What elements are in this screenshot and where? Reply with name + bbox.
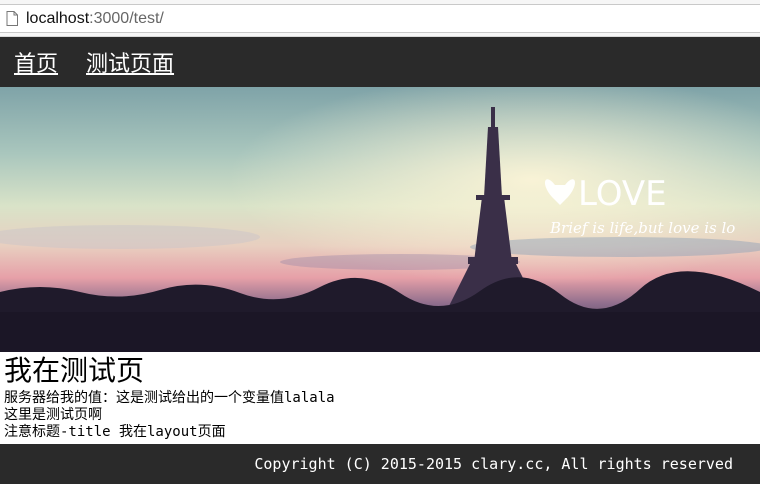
url-field[interactable]: localhost:3000/test/ <box>0 4 760 33</box>
browser-address-bar: localhost:3000/test/ <box>0 0 760 37</box>
nav-link-home[interactable]: 首页 <box>14 46 58 78</box>
footer: Copyright (C) 2015-2015 clary.cc, All ri… <box>0 444 760 484</box>
top-navbar: 首页 测试页面 <box>0 37 760 87</box>
title-note-text: 注意标题-title 我在layout页面 <box>4 424 226 440</box>
banner-tagline: Brief is life,but love is lo <box>549 219 735 237</box>
banner-image: LOVE Brief is life,but love is lo <box>0 87 760 352</box>
banner-love-text: LOVE <box>578 174 667 214</box>
url-host: localhost <box>26 9 90 27</box>
test-page-text: 这里是测试页啊 <box>4 407 102 423</box>
server-value-text: 服务器给我的值：这是测试给出的一个变量值lalala <box>4 390 335 406</box>
footer-copyright: Copyright (C) 2015-2015 clary.cc, All ri… <box>254 455 733 473</box>
nav-link-test-page[interactable]: 测试页面 <box>86 46 174 78</box>
page-icon <box>6 11 18 26</box>
page-title: 我在测试页 <box>4 354 145 387</box>
main-content: 我在测试页 服务器给我的值：这是测试给出的一个变量值lalala 这里是测试页啊… <box>4 352 760 441</box>
url-path: :3000/test/ <box>89 9 164 27</box>
